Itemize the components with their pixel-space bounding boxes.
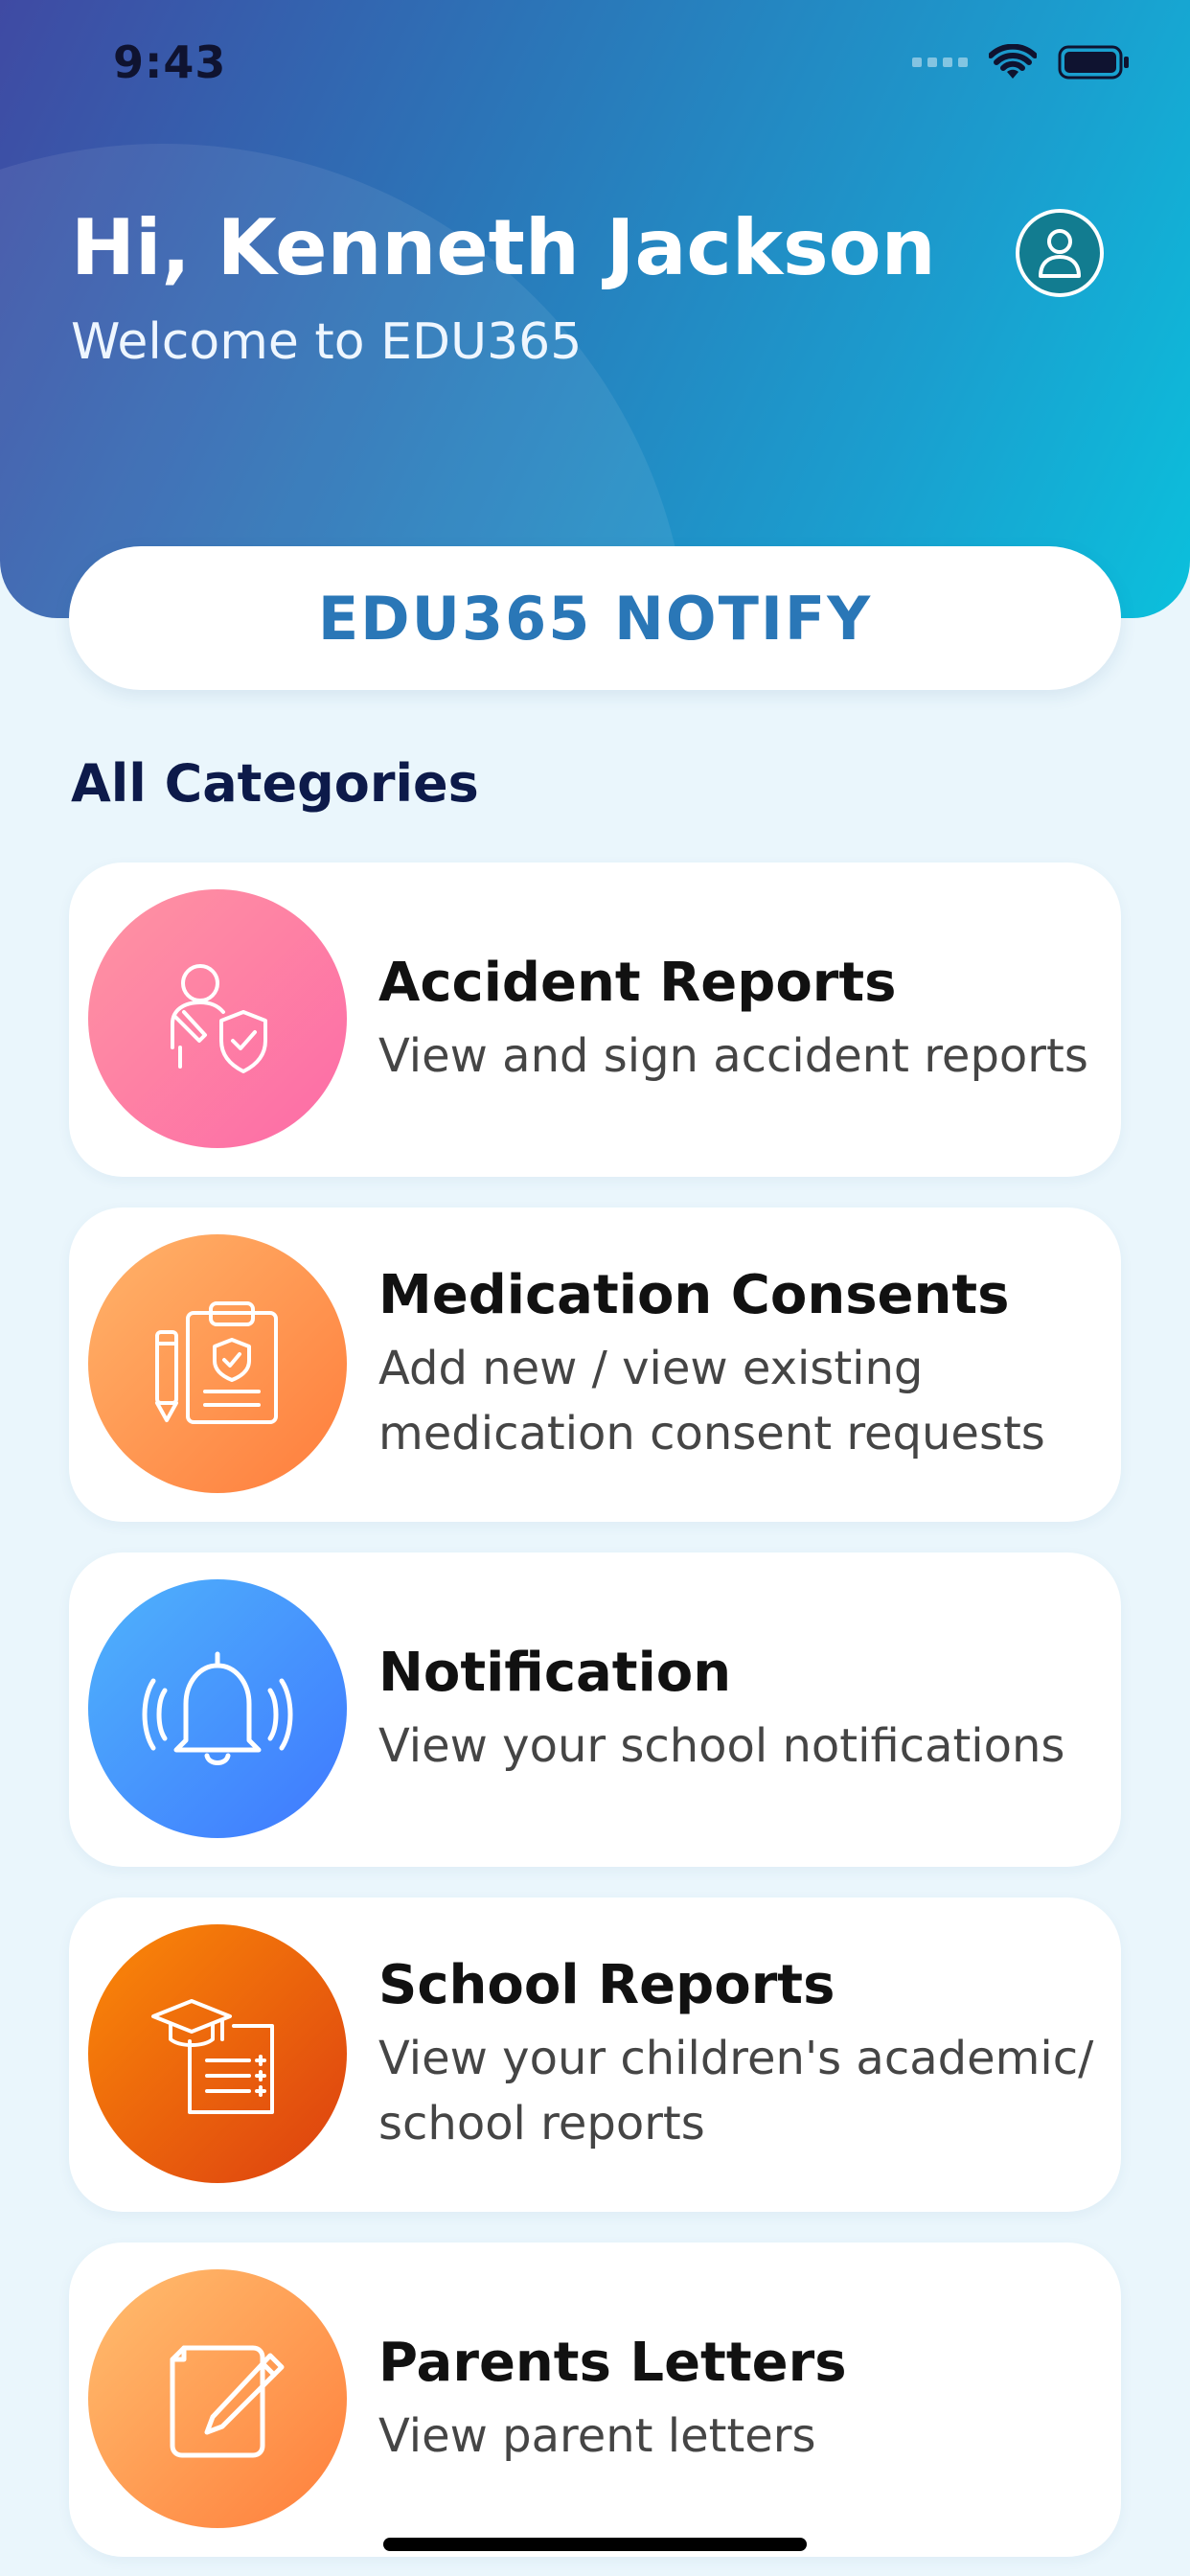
- category-text: Parents Letters View parent letters: [378, 2242, 1102, 2557]
- category-title: Parents Letters: [378, 2331, 847, 2394]
- notify-banner-label: EDU365 NOTIFY: [317, 583, 873, 654]
- category-text: School Reports View your children's acad…: [378, 1898, 1102, 2212]
- category-title: School Reports: [378, 1953, 835, 2016]
- category-card-parents-letters[interactable]: Parents Letters View parent letters: [69, 2242, 1121, 2557]
- ringing-bell-icon: [142, 1651, 293, 1765]
- profile-button[interactable]: [1016, 209, 1104, 297]
- category-icon-circle: [88, 1924, 347, 2183]
- category-text: Notification View your school notificati…: [378, 1552, 1102, 1867]
- home-screen: 9:43 Hi, Kenneth Jackson Welcome to EDU3…: [0, 0, 1190, 2576]
- status-time: 9:43: [113, 36, 227, 88]
- category-icon-circle: [88, 2269, 347, 2528]
- category-card-accident-reports[interactable]: Accident Reports View and sign accident …: [69, 862, 1121, 1177]
- injured-person-shield-icon: [171, 964, 267, 1073]
- category-icon-circle: [88, 1234, 347, 1493]
- category-description: Add new / view existing medication conse…: [378, 1341, 1045, 1460]
- graduation-report-icon: [151, 1999, 274, 2114]
- category-title: Medication Consents: [378, 1263, 1010, 1326]
- category-card-school-reports[interactable]: School Reports View your children's acad…: [69, 1898, 1121, 2212]
- category-icon-circle: [88, 889, 347, 1148]
- home-indicator[interactable]: [383, 2538, 807, 2551]
- category-description: View parent letters: [378, 2408, 816, 2463]
- battery-icon: [1058, 45, 1129, 80]
- category-title: Accident Reports: [378, 951, 897, 1014]
- category-text: Accident Reports View and sign accident …: [378, 862, 1102, 1177]
- status-icons: [912, 44, 1131, 80]
- user-profile-icon: [1039, 229, 1081, 278]
- category-card-notification[interactable]: Notification View your school notificati…: [69, 1552, 1121, 1867]
- category-card-medication-consents[interactable]: Medication Consents Add new / view exist…: [69, 1208, 1121, 1522]
- category-text: Medication Consents Add new / view exist…: [378, 1208, 1102, 1522]
- wifi-icon: [989, 44, 1037, 79]
- section-title: All Categories: [71, 753, 479, 814]
- category-title: Notification: [378, 1641, 732, 1704]
- category-icon-circle: [88, 1579, 347, 1838]
- category-description: View your school notifications: [378, 1718, 1065, 1773]
- greeting-title: Hi, Kenneth Jackson: [71, 203, 936, 292]
- letter-pen-icon: [170, 2345, 285, 2458]
- status-bar: 9:43: [0, 0, 1190, 134]
- clipboard-pencil-icon: [155, 1301, 278, 1424]
- notify-banner-button[interactable]: EDU365 NOTIFY: [69, 546, 1121, 690]
- cellular-signal-icon: [912, 58, 968, 67]
- welcome-subtitle: Welcome to EDU365: [71, 313, 583, 371]
- category-description: View and sign accident reports: [378, 1028, 1088, 1083]
- category-description: View your children's academic/ school re…: [378, 2031, 1094, 2150]
